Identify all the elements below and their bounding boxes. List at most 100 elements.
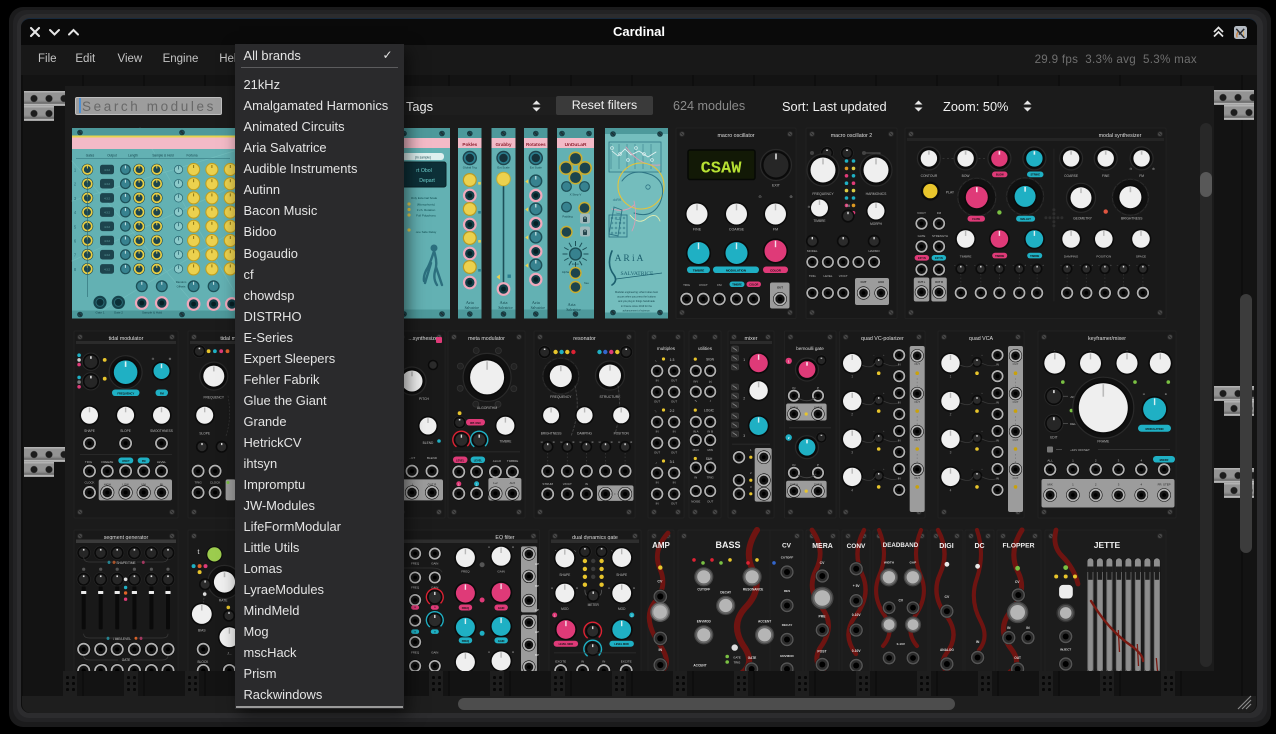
svg-text:EXT IN: EXT IN — [935, 257, 943, 260]
svg-text:EDIT: EDIT — [1050, 436, 1057, 440]
svg-text:4: 4 — [950, 488, 952, 492]
svg-text:resonator: resonator — [573, 336, 596, 342]
svg-text:V/OCT: V/OCT — [699, 283, 708, 287]
svg-text:IN: IN — [656, 502, 659, 506]
svg-text:BLOW: BLOW — [996, 173, 1004, 177]
svg-text:OUT: OUT — [1013, 400, 1019, 404]
svg-text:Aria: Aria — [568, 302, 576, 307]
svg-text:ANALOG: ANALOG — [940, 648, 954, 652]
svg-text:OUT: OUT — [914, 400, 920, 404]
svg-text:FREQ: FREQ — [411, 651, 420, 655]
svg-text:Alpha: Alpha — [562, 270, 570, 274]
svg-text:4·3·2: 4·3·2 — [104, 183, 110, 186]
svg-text:HP: HP — [535, 562, 539, 566]
svg-text:MERA: MERA — [812, 543, 833, 550]
svg-text:HARMO: HARMO — [869, 249, 881, 253]
svg-text:LEVEL: LEVEL — [824, 274, 833, 278]
svg-text:ALGO: ALGO — [493, 459, 502, 463]
svg-text:IN: IN — [673, 481, 676, 485]
svg-text:0-10V: 0-10V — [897, 642, 906, 646]
svg-text:GAIN: GAIN — [498, 639, 505, 643]
svg-text:⊕: ⊕ — [1165, 392, 1168, 396]
svg-text:IN: IN — [585, 482, 588, 486]
svg-text:1: 1 — [743, 358, 745, 362]
svg-text:Gate 2: Gate 2 — [114, 311, 123, 315]
svg-text:BLEND: BLEND — [423, 441, 434, 445]
svg-text:GATE: GATE — [733, 656, 741, 660]
svg-text:CLOCK: CLOCK — [85, 481, 95, 485]
svg-text:4: 4 — [851, 488, 853, 492]
svg-text:METER: METER — [588, 603, 600, 607]
svg-text:CV: CV — [945, 595, 950, 599]
svg-text:3:1: 3:1 — [670, 460, 675, 464]
svg-text:LEVEL: LEVEL — [157, 460, 167, 464]
svg-text:CLOCK: CLOCK — [210, 480, 220, 484]
svg-text:SHAPE: SHAPE — [559, 573, 570, 577]
svg-text:CUTOFF: CUTOFF — [781, 556, 794, 560]
svg-text:Gate 1: Gate 1 — [95, 311, 104, 315]
svg-text:IN: IN — [996, 476, 999, 480]
svg-text:HARMONICS: HARMONICS — [866, 192, 887, 196]
svg-text:⌍: ⌍ — [654, 408, 657, 413]
svg-text:4·3·2: 4·3·2 — [104, 169, 110, 172]
svg-text:4·3·2: 4·3·2 — [104, 212, 110, 215]
svg-text:GAIN: GAIN — [431, 651, 438, 655]
svg-text:OUT: OUT — [671, 451, 677, 455]
svg-text:CV: CV — [657, 580, 663, 584]
svg-text:MODEL: MODEL — [807, 249, 818, 253]
svg-text:DECAY: DECAY — [720, 591, 732, 595]
svg-text:2: 2 — [851, 413, 853, 417]
svg-text:FM: FM — [717, 283, 722, 287]
svg-text:Pokles: Pokles — [462, 142, 477, 147]
svg-text:1+2: 1+2 — [493, 481, 498, 485]
svg-text:Aria: Aria — [466, 300, 474, 305]
svg-text:0-10V: 0-10V — [852, 649, 862, 653]
svg-text:BP: BP — [535, 653, 539, 657]
svg-text:rt Obol: rt Obol — [416, 168, 432, 174]
svg-text:O: O — [414, 631, 416, 633]
svg-text:IN: IN — [581, 659, 584, 663]
svg-text:FM: FM — [773, 228, 778, 232]
svg-text:NOISE: NOISE — [691, 500, 700, 504]
svg-text:IN: IN — [656, 379, 659, 383]
svg-text:JETTE: JETTE — [1094, 540, 1121, 550]
svg-text:GATE: GATE — [748, 656, 757, 660]
svg-text:IN B: IN B — [707, 430, 713, 434]
svg-text:V/OCT: V/OCT — [917, 211, 926, 215]
svg-text:FREQ: FREQ — [411, 562, 420, 566]
svg-text:OUT: OUT — [1013, 476, 1019, 480]
svg-text:3 ch. Rotation: 3 ch. Rotation — [417, 208, 436, 212]
svg-text:Grabby: Grabby — [495, 142, 512, 147]
svg-text:O: O — [414, 607, 416, 609]
svg-text:SPACE: SPACE — [1136, 254, 1146, 258]
svg-text:OUT: OUT — [707, 500, 713, 504]
svg-text:⌞: ⌞ — [655, 357, 657, 362]
svg-text:SHAPE/TIME: SHAPE/TIME — [116, 561, 135, 565]
svg-text:FREQUENCY: FREQUENCY — [203, 396, 224, 400]
svg-text:BLOCK: BLOCK — [197, 660, 209, 664]
svg-text:INJECT: INJECT — [1060, 648, 1071, 652]
svg-text:≀: ≀ — [710, 399, 711, 403]
svg-text:STRENGTH: STRENGTH — [932, 234, 948, 238]
svg-text:MALLET: MALLET — [1020, 217, 1031, 221]
svg-text:STRIKE: STRIKE — [1030, 173, 1040, 177]
svg-text:Salvatrice: Salvatrice — [531, 306, 546, 310]
svg-text:⊖: ⊖ — [1129, 167, 1132, 171]
svg-text:4·3·2: 4·3·2 — [104, 268, 110, 271]
svg-text:IN: IN — [673, 430, 676, 434]
svg-text:one Safe Delay: one Safe Delay — [416, 230, 437, 234]
svg-text:meta modulator: meta modulator — [468, 336, 505, 342]
svg-text:PLAY: PLAY — [946, 191, 955, 195]
svg-text:GATE: GATE — [918, 234, 926, 238]
svg-text:COARSE: COARSE — [729, 228, 745, 232]
svg-text:TRIG: TRIG — [734, 661, 741, 665]
svg-text:FREQ: FREQ — [411, 586, 420, 590]
svg-text:TIMBRE: TIMBRE — [813, 219, 825, 223]
svg-text:Salvatrice: Salvatrice — [498, 306, 513, 310]
svg-text:TIMBRE: TIMBRE — [995, 255, 1005, 258]
svg-text:TRIG: TRIG — [809, 274, 817, 278]
svg-text:ENVMOD: ENVMOD — [697, 620, 712, 624]
svg-text:⌟: ⌟ — [655, 459, 657, 464]
svg-text:IN: IN — [976, 640, 980, 644]
svg-text:keyframer/mixer: keyframer/mixer — [1088, 336, 1126, 342]
